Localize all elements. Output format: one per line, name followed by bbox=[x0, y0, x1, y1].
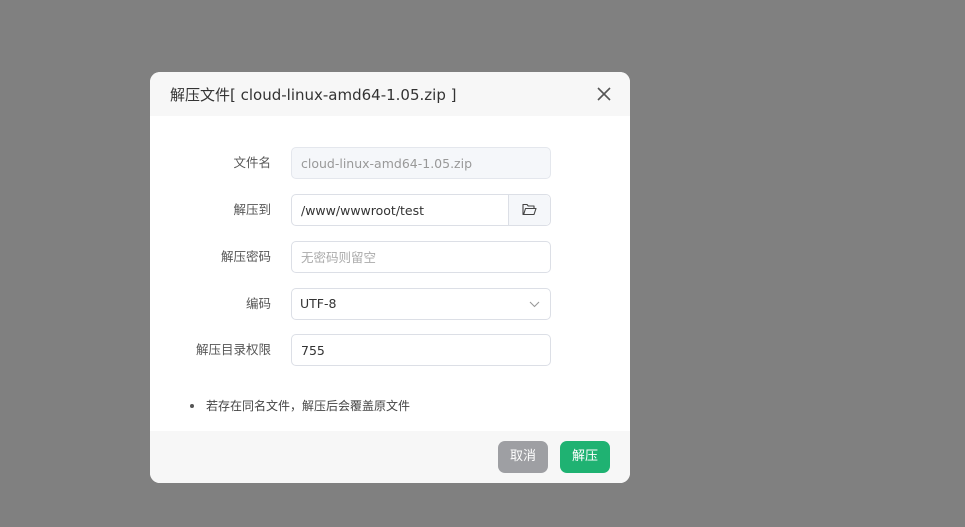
password-label: 解压密码 bbox=[220, 249, 271, 264]
dialog-title: 解压文件[ cloud-linux-amd64-1.05.zip ] bbox=[170, 86, 457, 104]
bullet-icon bbox=[190, 403, 194, 408]
permission-input[interactable] bbox=[292, 335, 540, 365]
extract-button[interactable]: 解压 bbox=[560, 441, 610, 473]
filename-field bbox=[291, 147, 551, 179]
filename-input bbox=[292, 148, 540, 178]
cancel-button[interactable]: 取消 bbox=[498, 441, 548, 473]
permission-label: 解压目录权限 bbox=[195, 342, 271, 357]
extract-to-label: 解压到 bbox=[233, 202, 271, 217]
password-input[interactable] bbox=[292, 242, 540, 272]
password-field bbox=[291, 241, 551, 273]
close-icon bbox=[597, 87, 611, 101]
dialog-header: 解压文件[ cloud-linux-amd64-1.05.zip ] bbox=[150, 72, 630, 116]
close-button[interactable] bbox=[594, 84, 614, 104]
browse-folder-button[interactable] bbox=[508, 195, 550, 225]
extract-dialog: 解压文件[ cloud-linux-amd64-1.05.zip ] 文件名 解… bbox=[150, 72, 630, 483]
permission-field bbox=[291, 334, 551, 366]
encoding-selected-value: UTF-8 bbox=[300, 296, 337, 311]
dialog-footer: 取消 解压 bbox=[150, 431, 630, 483]
overwrite-notice: 若存在同名文件，解压后会覆盖原文件 bbox=[190, 397, 410, 414]
filename-label: 文件名 bbox=[233, 155, 271, 170]
encoding-select[interactable]: UTF-8 bbox=[291, 288, 551, 320]
extract-path-input[interactable] bbox=[292, 195, 508, 225]
form-row-filename: 文件名 bbox=[150, 147, 630, 179]
notice-text: 若存在同名文件，解压后会覆盖原文件 bbox=[206, 399, 411, 413]
extract-to-field bbox=[291, 194, 551, 226]
chevron-down-icon bbox=[529, 301, 540, 308]
form-row-encoding: 编码 UTF-8 bbox=[150, 288, 630, 320]
encoding-label: 编码 bbox=[245, 296, 271, 311]
form-row-extract-to: 解压到 bbox=[150, 194, 630, 226]
folder-icon bbox=[522, 203, 537, 216]
form-row-permission: 解压目录权限 bbox=[150, 334, 630, 366]
form-row-password: 解压密码 bbox=[150, 241, 630, 273]
